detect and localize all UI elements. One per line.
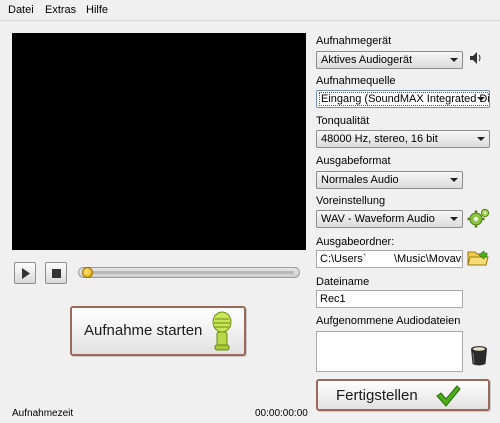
playback-slider[interactable] xyxy=(78,267,300,278)
output-folder-field[interactable]: C:\Users` \Music\Movavi Library xyxy=(316,250,463,268)
chevron-down-icon xyxy=(450,217,458,221)
recorded-files-list[interactable] xyxy=(316,331,463,372)
filename-value: Rec1 xyxy=(320,293,346,305)
format-select[interactable]: Normales Audio xyxy=(316,171,463,189)
format-value: Normales Audio xyxy=(321,174,399,186)
chevron-down-icon xyxy=(450,58,458,62)
start-recording-label: Aufnahme starten xyxy=(84,322,203,339)
stop-icon xyxy=(52,269,61,278)
preset-label: Voreinstellung xyxy=(316,195,386,207)
finish-button[interactable]: Fertigstellen xyxy=(316,379,490,411)
device-select[interactable]: Aktives Audiogerät xyxy=(316,51,463,69)
preset-select[interactable]: WAV - Waveform Audio xyxy=(316,210,463,228)
finish-label: Fertigstellen xyxy=(336,387,418,404)
recorded-files-label: Aufgenommene Audiodateien xyxy=(316,315,461,327)
menu-extras[interactable]: Extras xyxy=(45,4,76,16)
recording-time-value: 00:00:00:00 xyxy=(255,408,308,419)
quality-select[interactable]: 48000 Hz, stereo, 16 bit xyxy=(316,130,490,148)
menu-bar: Datei Extras Hilfe xyxy=(0,0,500,21)
chevron-down-icon xyxy=(477,97,485,101)
output-folder-value: C:\Users` \Music\Movavi Library xyxy=(320,253,463,265)
source-label: Aufnahmequelle xyxy=(316,75,396,87)
format-label: Ausgabeformat xyxy=(316,155,391,167)
preset-value: WAV - Waveform Audio xyxy=(321,213,435,225)
filename-field[interactable]: Rec1 xyxy=(316,290,463,308)
menu-datei[interactable]: Datei xyxy=(8,4,34,16)
chevron-down-icon xyxy=(450,178,458,182)
play-icon xyxy=(22,268,30,279)
speaker-icon[interactable] xyxy=(469,51,483,65)
recording-time-label: Aufnahmezeit xyxy=(12,408,74,419)
source-value: Eingang (SoundMAX Integrated Digital Aud… xyxy=(319,92,489,106)
slider-track xyxy=(82,271,294,274)
start-recording-button[interactable]: Aufnahme starten xyxy=(70,306,246,356)
filename-label: Dateiname xyxy=(316,276,370,288)
checkmark-icon xyxy=(436,385,461,407)
quality-label: Tonqualität xyxy=(316,115,370,127)
quality-value: 48000 Hz, stereo, 16 bit xyxy=(321,133,438,145)
trash-bin-icon[interactable] xyxy=(469,345,489,367)
output-folder-label: Ausgabeordner: xyxy=(316,236,395,248)
slider-thumb[interactable] xyxy=(82,267,93,278)
source-value-wrap: Eingang (SoundMAX Integrated Digital Aud… xyxy=(319,92,489,106)
device-value: Aktives Audiogerät xyxy=(321,54,413,66)
menu-hilfe[interactable]: Hilfe xyxy=(86,4,108,16)
preview-area xyxy=(12,33,306,250)
folder-icon[interactable] xyxy=(467,248,489,268)
play-button[interactable] xyxy=(14,262,36,284)
stop-button[interactable] xyxy=(45,262,67,284)
source-select[interactable]: Eingang (SoundMAX Integrated Digital Aud… xyxy=(316,90,490,108)
microphone-icon xyxy=(212,311,232,351)
chevron-down-icon xyxy=(477,137,485,141)
gear-icon[interactable] xyxy=(467,207,491,229)
device-label: Aufnahmegerät xyxy=(316,35,392,47)
